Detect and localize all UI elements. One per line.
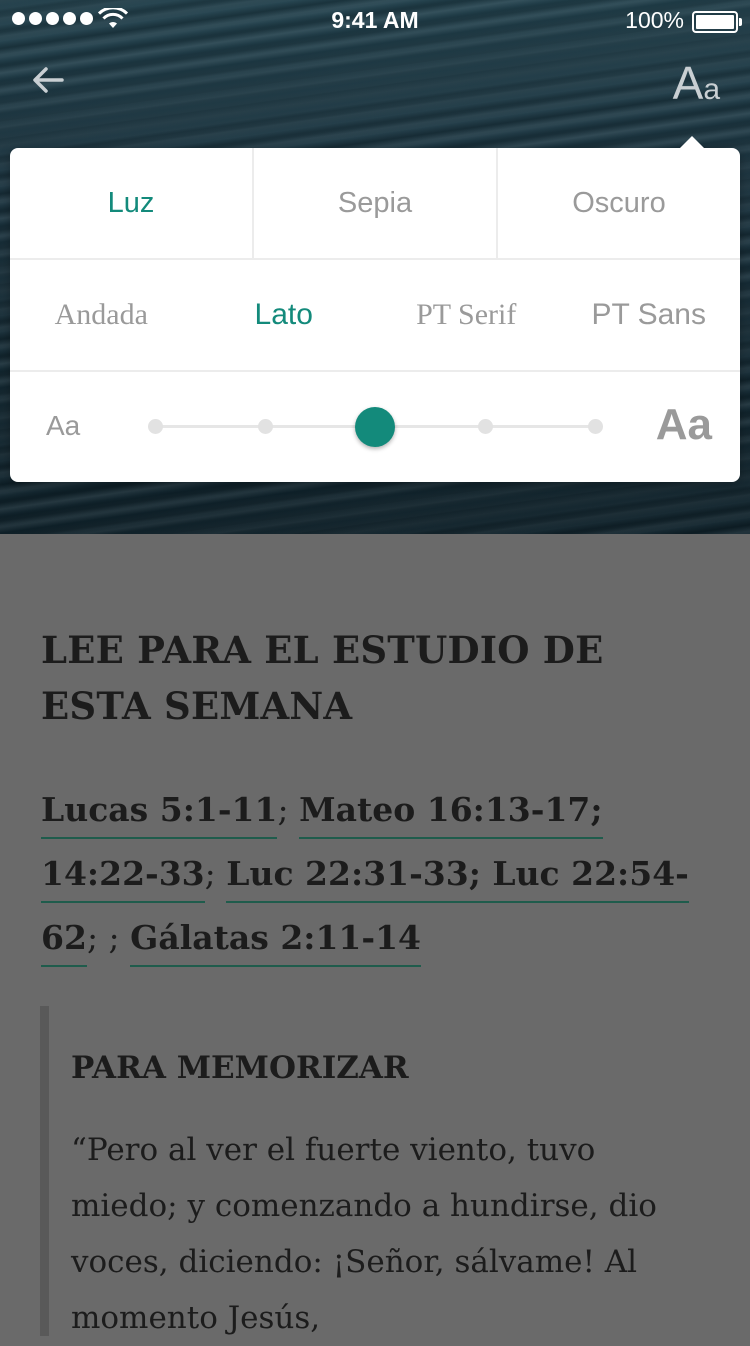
battery-percent: 100% <box>625 7 684 33</box>
theme-option-oscuro[interactable]: Oscuro <box>498 148 740 258</box>
font-size-slider-thumb[interactable] <box>355 407 395 447</box>
font-settings-toggle[interactable]: Aa <box>673 56 720 110</box>
quote-bar <box>40 1006 49 1336</box>
font-selector: Andada Lato PT Serif PT Sans <box>10 260 740 372</box>
reading-content: LEE PARA EL ESTUDIO DE ESTA SEMANA Lucas… <box>0 534 750 1336</box>
memorize-title: PARA MEMORIZAR <box>71 1050 409 1086</box>
reading-settings-popover: Luz Sepia Oscuro Andada Lato PT Serif PT… <box>10 136 740 482</box>
back-arrow-icon[interactable] <box>28 60 68 100</box>
battery-icon <box>692 11 742 33</box>
status-bar: 9:41 AM 100% <box>0 0 750 40</box>
theme-selector: Luz Sepia Oscuro <box>10 148 740 260</box>
scripture-link[interactable]: Gálatas 2:11-14 <box>130 918 422 967</box>
scripture-separator: ; <box>277 790 300 829</box>
section-heading: LEE PARA EL ESTUDIO DE ESTA SEMANA <box>41 628 604 728</box>
font-option-andada[interactable]: Andada <box>10 260 193 370</box>
font-size-large-label: Aa <box>655 400 712 449</box>
font-size-step-dot[interactable] <box>477 419 493 434</box>
scripture-separator: ; ; <box>86 918 131 957</box>
font-option-pt-sans[interactable]: PT Sans <box>558 260 741 370</box>
theme-option-sepia[interactable]: Sepia <box>254 148 498 258</box>
font-size-small-label: Aa <box>46 410 81 441</box>
scripture-references: Lucas 5:1-11; Mateo 16:13-17; 14:22-33; … <box>41 778 721 970</box>
scripture-link[interactable]: Lucas 5:1-11 <box>41 790 278 839</box>
font-option-pt-serif[interactable]: PT Serif <box>375 260 558 370</box>
font-size-step-dot[interactable] <box>147 419 163 434</box>
font-size-step-dot[interactable] <box>587 419 603 434</box>
font-size-step-dot[interactable] <box>257 419 273 434</box>
font-option-lato[interactable]: Lato <box>193 260 376 370</box>
scripture-separator: ; <box>204 854 227 893</box>
font-toggle-large-letter: A <box>672 57 704 109</box>
theme-option-luz[interactable]: Luz <box>10 148 254 258</box>
font-toggle-small-letter: a <box>703 73 720 106</box>
memorize-text: “Pero al ver el fuerte viento, tuvo mied… <box>71 1132 657 1336</box>
